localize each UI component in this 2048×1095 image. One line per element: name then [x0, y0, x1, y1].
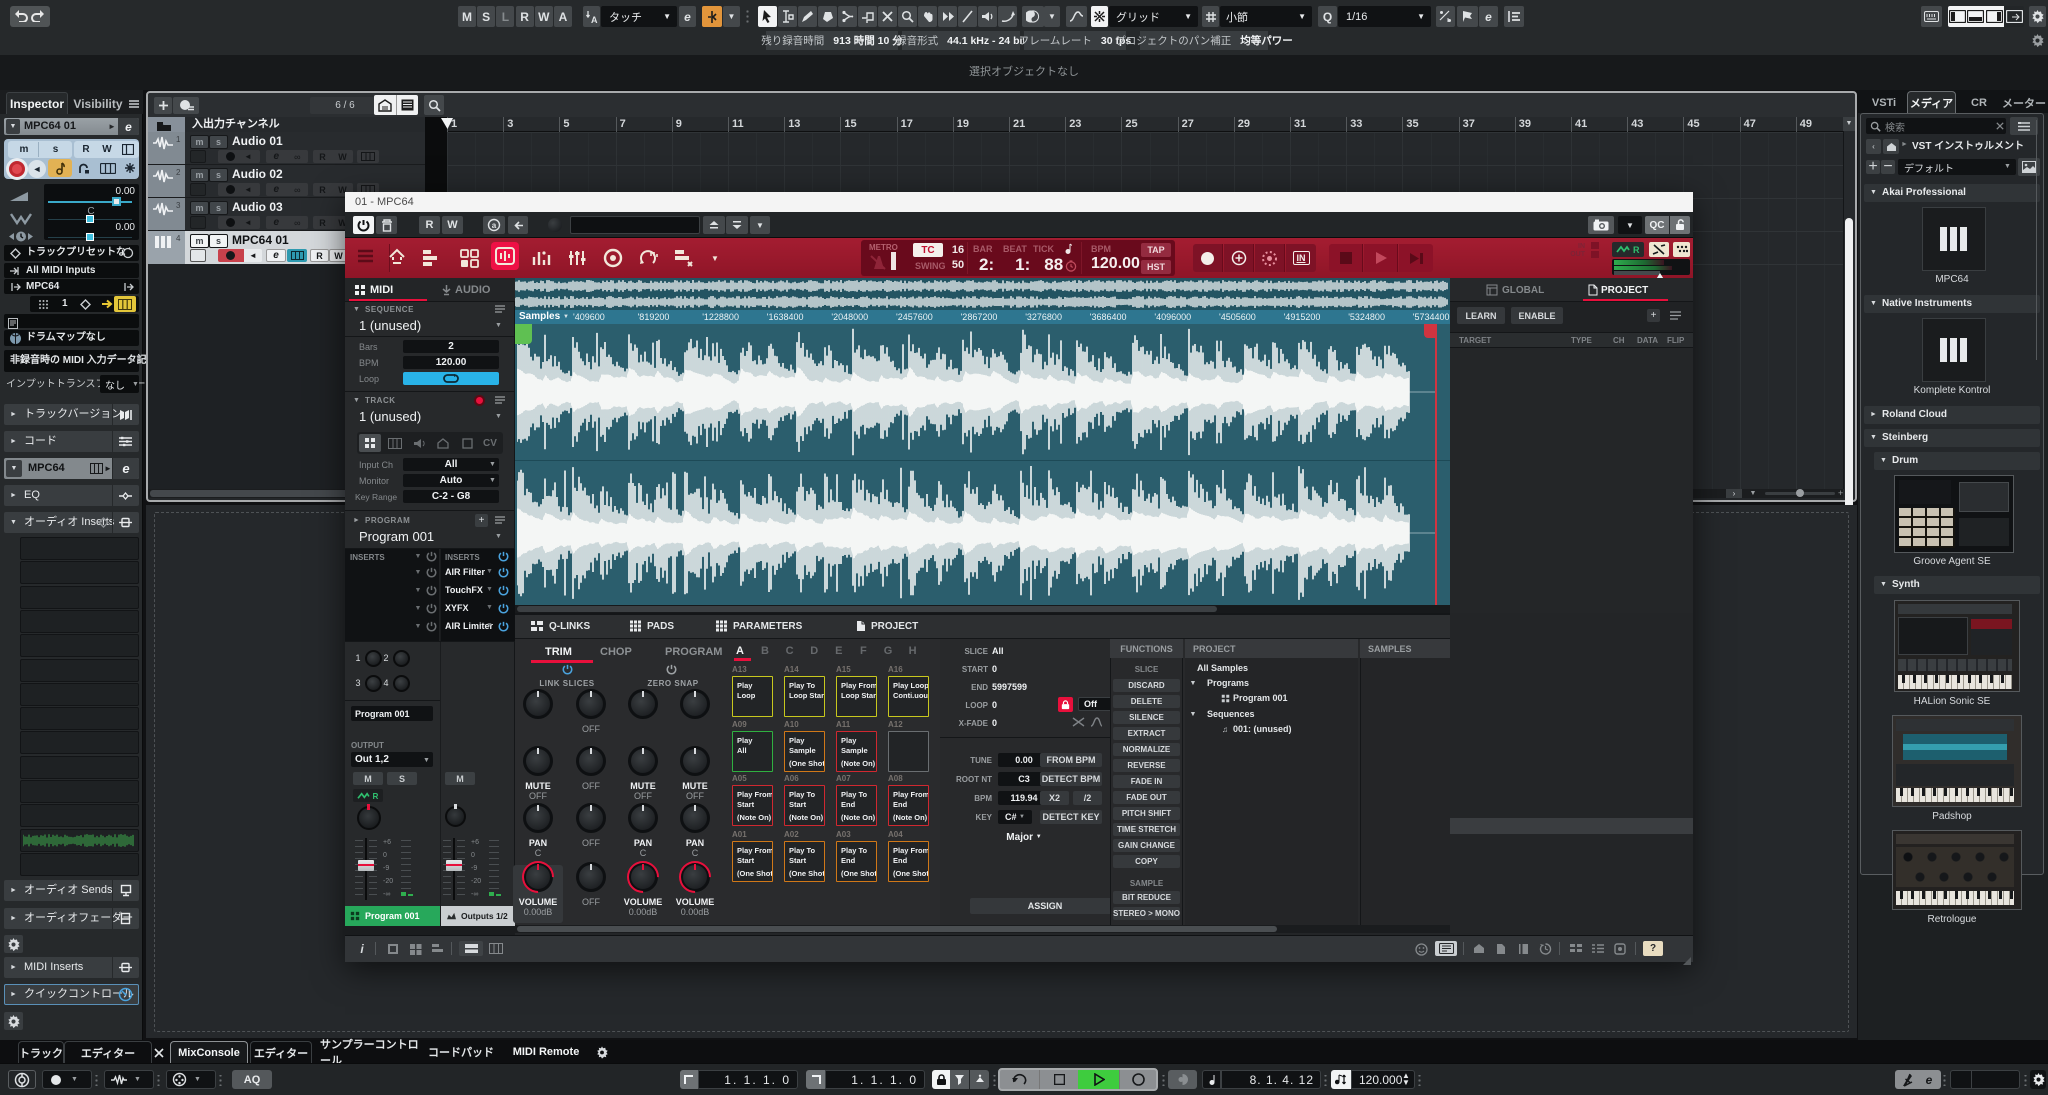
svg-text:R: R: [1633, 245, 1640, 255]
svg-text:A: A: [591, 15, 598, 24]
svg-text:R: R: [373, 792, 379, 801]
svg-text:a: a: [492, 221, 497, 230]
